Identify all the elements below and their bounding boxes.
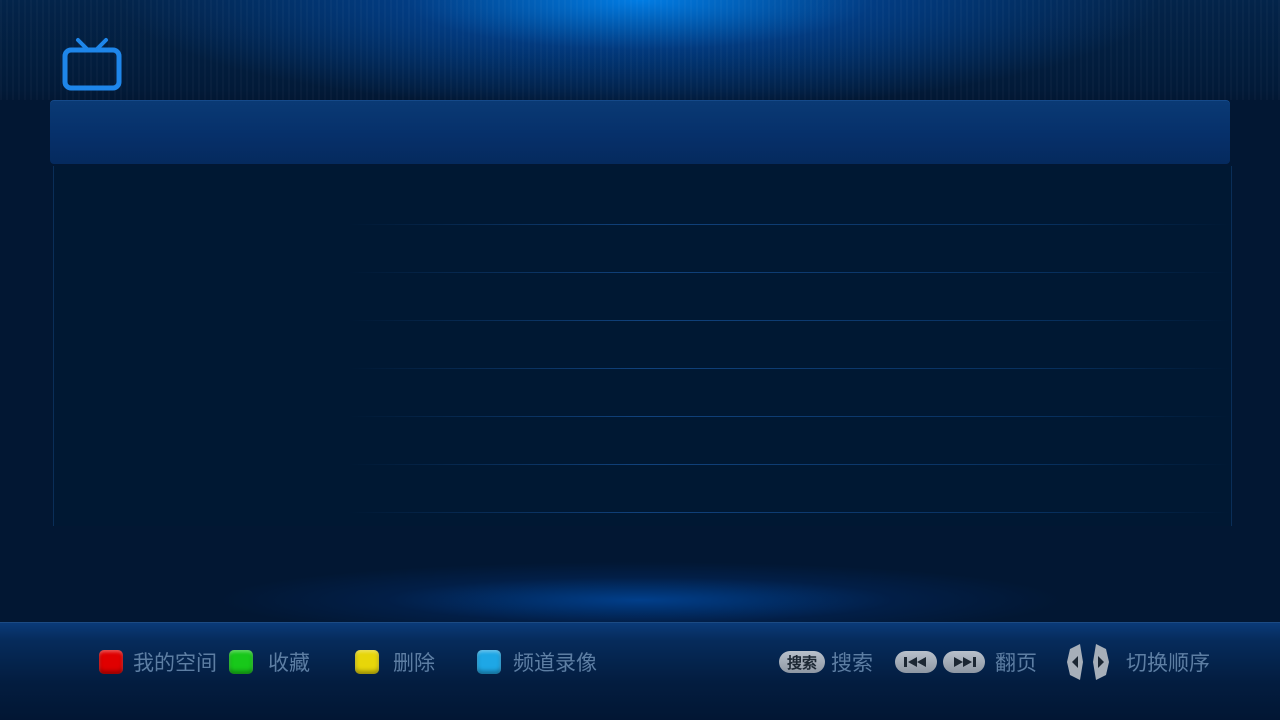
- list-row-divider: [54, 368, 1231, 369]
- right-arrow-key-icon: [1093, 644, 1109, 680]
- yellow-key-icon: [355, 650, 379, 674]
- green-key-icon: [229, 650, 253, 674]
- order-label: 切换顺序: [1126, 651, 1210, 675]
- yellow-key-label: 删除: [393, 651, 435, 675]
- red-key-hint[interactable]: 我的空间: [99, 646, 217, 678]
- blue-key-icon: [477, 650, 501, 674]
- epg-screen: 我的空间 收藏 删除 频道录像 搜索 搜索 翻页 切换顺序: [0, 0, 1280, 720]
- list-row-divider: [54, 416, 1231, 417]
- order-hint[interactable]: 切换顺序: [1066, 644, 1210, 680]
- top-glow-decoration: [0, 0, 1280, 100]
- search-key-icon: 搜索: [779, 651, 825, 673]
- green-key-label: 收藏: [268, 651, 310, 675]
- red-key-label: 我的空间: [133, 651, 217, 675]
- red-key-icon: [99, 650, 123, 674]
- header-bar: [50, 100, 1230, 164]
- list-row-divider: [54, 512, 1231, 513]
- search-label: 搜索: [831, 651, 873, 675]
- search-hint[interactable]: 搜索 搜索: [779, 646, 873, 678]
- list-row-divider: [54, 224, 1231, 225]
- left-arrow-key-icon: [1067, 644, 1083, 680]
- page-hint[interactable]: 翻页: [895, 646, 1037, 678]
- list-row-divider: [54, 320, 1231, 321]
- fast-forward-key-icon: [943, 651, 985, 673]
- bottom-glow-decoration: [0, 560, 1280, 622]
- yellow-key-hint[interactable]: 删除: [355, 646, 435, 678]
- green-key-hint[interactable]: 收藏: [229, 646, 310, 678]
- list-row-divider: [54, 272, 1231, 273]
- footer-hint-bar: 我的空间 收藏 删除 频道录像 搜索 搜索 翻页 切换顺序: [0, 622, 1280, 720]
- tv-icon: [62, 38, 122, 91]
- channel-list-panel: [53, 166, 1232, 526]
- blue-key-label: 频道录像: [513, 651, 597, 675]
- list-row-divider: [54, 464, 1231, 465]
- page-label: 翻页: [995, 651, 1037, 675]
- rewind-key-icon: [895, 651, 937, 673]
- blue-key-hint[interactable]: 频道录像: [477, 646, 597, 678]
